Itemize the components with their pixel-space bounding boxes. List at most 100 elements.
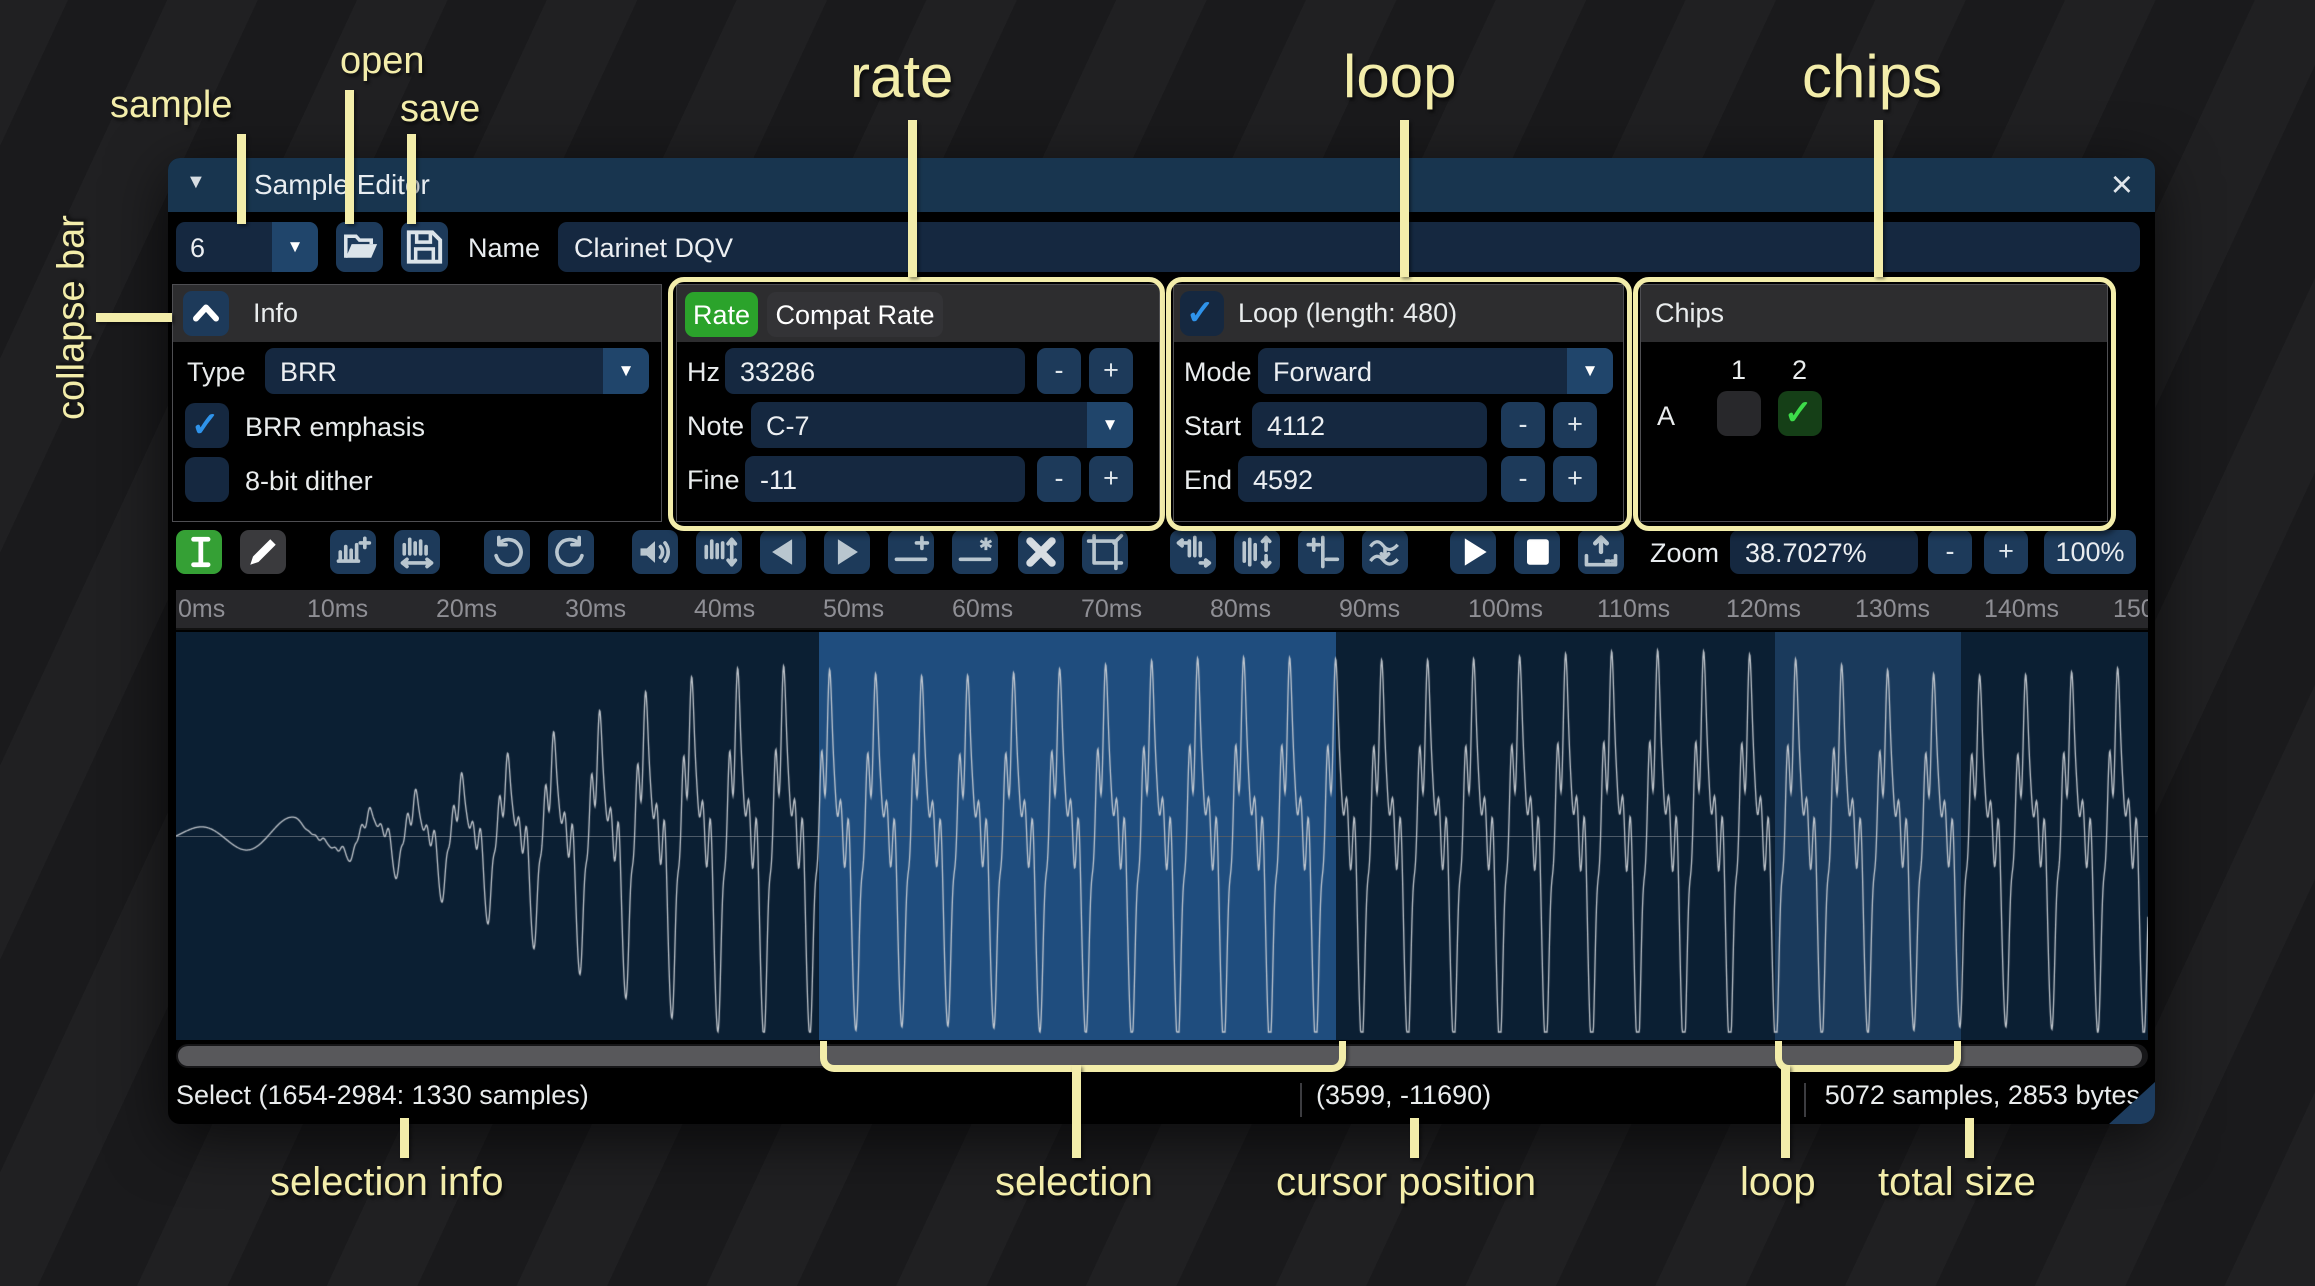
open-sample-button[interactable] <box>336 222 383 272</box>
toolbar-preview-play-button[interactable] <box>1450 530 1496 574</box>
ruler-label: 90ms <box>1339 595 1400 624</box>
toolbar-amplify-button[interactable] <box>632 530 678 574</box>
window-collapse-icon[interactable]: ▼ <box>186 171 206 194</box>
waveform-canvas[interactable] <box>176 632 2148 1040</box>
info-panel: Info Type BRR ▼ BRR emphasis 8-bit dithe… <box>172 284 662 522</box>
loop-end-increase-button[interactable]: + <box>1553 456 1597 502</box>
note-dropdown[interactable]: C-7 ▼ <box>751 402 1133 448</box>
toolbar-insert-silence-button[interactable] <box>888 530 934 574</box>
toolbar-signed-unsigned-button[interactable] <box>1298 530 1344 574</box>
loop-start-label: Start <box>1184 411 1241 442</box>
annotation-line-collapse-bar <box>96 313 172 322</box>
type-dropdown[interactable]: BRR ▼ <box>265 348 649 394</box>
brr-emphasis-checkbox[interactable] <box>185 403 229 448</box>
toolbar-apply-silence-button[interactable] <box>952 530 998 574</box>
loop-end-input[interactable]: 4592 <box>1238 456 1487 502</box>
sample-name-input[interactable]: Clarinet DQV <box>558 222 2140 272</box>
toolbar-reverse-button[interactable] <box>1170 530 1216 574</box>
toolbar-edit-mode-draw-button[interactable] <box>240 530 286 574</box>
ruler-label: 120ms <box>1726 595 1801 624</box>
reverse-icon <box>1173 532 1213 572</box>
info-panel-title: Info <box>253 298 298 329</box>
status-separator <box>1804 1083 1806 1117</box>
info-panel-header: Info <box>173 285 661 342</box>
delete-icon <box>1021 532 1061 572</box>
ruler-label: 100ms <box>1468 595 1543 624</box>
toolbar-fade-out-button[interactable] <box>824 530 870 574</box>
zoom-reset-button[interactable]: 100% <box>2044 530 2136 574</box>
save-floppy-icon <box>401 222 448 272</box>
sample-select-dropdown[interactable]: 6 ▼ <box>176 222 318 272</box>
annotation-chips: chips <box>1802 42 1942 111</box>
loop-end-decrease-button[interactable]: - <box>1501 456 1545 502</box>
close-icon[interactable]: × <box>2111 162 2133 208</box>
fine-decrease-button[interactable]: - <box>1037 456 1081 502</box>
tab-rate-label: Rate <box>685 300 758 331</box>
fine-increase-button[interactable]: + <box>1089 456 1133 502</box>
chip-1-checkbox[interactable] <box>1717 391 1761 436</box>
toolbar-fade-in-button[interactable] <box>760 530 806 574</box>
loop-start-increase-button[interactable]: + <box>1553 402 1597 448</box>
hz-input[interactable]: 33286 <box>725 348 1025 394</box>
chevron-down-icon[interactable]: ▼ <box>272 222 318 272</box>
waveform-display[interactable] <box>176 632 2148 1040</box>
hz-label: Hz <box>687 357 720 388</box>
sample-select-value: 6 <box>190 233 205 264</box>
toolbar-resample-button[interactable] <box>394 530 440 574</box>
toolbar-edit-mode-select-button[interactable] <box>176 530 222 574</box>
loop-enable-checkbox[interactable] <box>1180 291 1224 336</box>
annotation-line-loop-bottom <box>1781 1065 1790 1158</box>
annotation-cursor-position: cursor position <box>1276 1160 1536 1205</box>
redo-icon <box>551 532 591 572</box>
chevron-down-icon[interactable]: ▼ <box>603 348 649 394</box>
toolbar-normalize-button[interactable] <box>696 530 742 574</box>
chip-2-checkbox[interactable] <box>1778 391 1822 436</box>
create-wavetable-icon <box>1581 532 1621 572</box>
toolbar-apply-filter-button[interactable] <box>1362 530 1408 574</box>
zoom-value-input[interactable]: 38.7027% <box>1730 530 1918 574</box>
annotation-line-loop <box>1400 120 1409 277</box>
time-ruler[interactable]: 0ms10ms20ms30ms40ms50ms60ms70ms80ms90ms1… <box>176 590 2148 630</box>
loop-start-decrease-button[interactable]: - <box>1501 402 1545 448</box>
window-titlebar[interactable]: ▼ Sample Editor × <box>168 158 2155 212</box>
insert-silence-icon <box>891 532 931 572</box>
toolbar-resize-button[interactable] <box>330 530 376 574</box>
loop-panel: Loop (length: 480) Mode Forward ▼ Start … <box>1173 284 1624 522</box>
hz-increase-button[interactable]: + <box>1089 348 1133 394</box>
loop-end-value: 4592 <box>1253 465 1313 496</box>
status-total-size: 5072 samples, 2853 bytes <box>1816 1080 2140 1111</box>
normalize-icon <box>699 532 739 572</box>
fade-out-icon <box>827 532 867 572</box>
apply-silence-icon <box>955 532 995 572</box>
tab-rate[interactable]: Rate <box>685 292 758 337</box>
toolbar-trim-button[interactable] <box>1082 530 1128 574</box>
zoom-value: 38.7027% <box>1745 538 1867 569</box>
save-sample-button[interactable] <box>401 222 448 272</box>
toolbar-create-wavetable-button[interactable] <box>1578 530 1624 574</box>
loop-mode-dropdown[interactable]: Forward ▼ <box>1258 348 1613 394</box>
dither-checkbox[interactable] <box>185 457 229 502</box>
fine-input[interactable]: -11 <box>745 456 1025 502</box>
toolbar-invert-button[interactable] <box>1234 530 1280 574</box>
zoom-out-button[interactable]: - <box>1928 530 1972 574</box>
tab-compat-rate[interactable]: Compat Rate <box>767 292 943 337</box>
chevron-down-icon[interactable]: ▼ <box>1567 348 1613 394</box>
zoom-in-button[interactable]: + <box>1984 530 2028 574</box>
selection-brace <box>820 1041 1346 1072</box>
collapse-info-button[interactable] <box>183 291 229 336</box>
chevron-down-icon[interactable]: ▼ <box>1087 402 1133 448</box>
toolbar-undo-button[interactable] <box>484 530 530 574</box>
window-resize-grip[interactable] <box>2109 1082 2155 1124</box>
toolbar-preview-stop-button[interactable] <box>1514 530 1560 574</box>
undo-icon <box>487 532 527 572</box>
resample-icon <box>397 532 437 572</box>
toolbar-delete-button[interactable] <box>1018 530 1064 574</box>
ruler-label: 140ms <box>1984 595 2059 624</box>
hz-decrease-button[interactable]: - <box>1037 348 1081 394</box>
toolbar-redo-button[interactable] <box>548 530 594 574</box>
loop-start-input[interactable]: 4112 <box>1252 402 1487 448</box>
loop-header-label: Loop (length: 480) <box>1238 298 1457 329</box>
annotation-line-sample <box>237 134 246 224</box>
preview-play-icon <box>1453 532 1493 572</box>
chevron-up-icon <box>183 291 229 336</box>
